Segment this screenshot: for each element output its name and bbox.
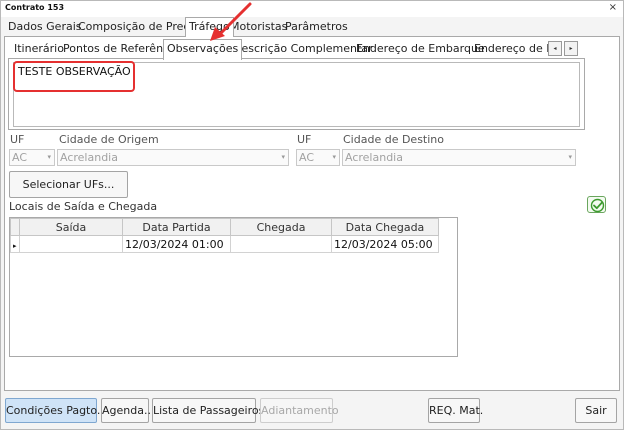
condicoes-pagto-button[interactable]: Condições Pagto...	[5, 398, 107, 423]
chevron-down-icon: ▾	[332, 153, 336, 161]
check-icon-graphic	[590, 198, 605, 213]
chevron-down-icon: ▾	[568, 153, 572, 161]
uf-destino-select[interactable]: AC ▾	[296, 149, 340, 166]
row-indicator: ▸	[10, 235, 20, 253]
tab-endereco-destino[interactable]: Endereço de De	[471, 41, 551, 59]
uf-destino-label: UF	[297, 133, 312, 146]
table-row[interactable]: ▸ 12/03/2024 01:00 12/03/2024 05:00	[10, 235, 439, 253]
uf-origem-select[interactable]: AC ▾	[9, 149, 55, 166]
agenda-button[interactable]: Agenda...	[101, 398, 154, 423]
contract-window: Contrato 153 × Dados Gerais Composição d…	[0, 0, 624, 430]
close-icon[interactable]: ×	[609, 2, 617, 13]
column-header-data-partida[interactable]: Data Partida	[122, 218, 231, 236]
annotation-arrow-icon	[210, 2, 252, 41]
column-header-chegada[interactable]: Chegada	[230, 218, 332, 236]
uf-origem-label: UF	[10, 133, 25, 146]
selecionar-ufs-button[interactable]: Selecionar UFs...	[9, 171, 128, 198]
locais-grid[interactable]: Saída Data Partida Chegada Data Chegada …	[9, 217, 458, 357]
cidade-destino-label: Cidade de Destino	[343, 133, 444, 146]
window-title: Contrato 153	[5, 3, 65, 12]
tab-itinerario[interactable]: Itinerário	[11, 41, 67, 59]
uf-origem-value: AC	[12, 151, 28, 164]
cidade-destino-value: Acrelandia	[345, 151, 403, 164]
action-bar: Condições Pagto... Agenda... Lista de Pa…	[1, 393, 623, 429]
chevron-down-icon: ▾	[281, 153, 285, 161]
uf-destino-value: AC	[299, 151, 315, 164]
tab-parametros[interactable]: Parâmetros	[282, 19, 351, 37]
annotation-highlight-box	[13, 61, 135, 92]
table-header-row: Saída Data Partida Chegada Data Chegada	[10, 218, 439, 236]
locais-table: Saída Data Partida Chegada Data Chegada …	[10, 218, 439, 253]
cidade-origem-value: Acrelandia	[60, 151, 118, 164]
column-header-data-chegada[interactable]: Data Chegada	[331, 218, 439, 236]
tab-endereco-embarque[interactable]: Endereço de Embarque	[353, 41, 488, 59]
lista-passageiros-button[interactable]: Lista de Passageiros...	[152, 398, 275, 423]
check-icon[interactable]	[587, 196, 606, 213]
adiantamento-button: Adiantamento	[260, 398, 339, 423]
sair-button[interactable]: Sair	[575, 398, 617, 423]
title-bar: Contrato 153 ×	[1, 1, 623, 17]
chevron-down-icon: ▾	[47, 153, 51, 161]
column-header-saida[interactable]: Saída	[19, 218, 123, 236]
cidade-destino-select[interactable]: Acrelandia ▾	[342, 149, 576, 166]
cell-chegada[interactable]	[230, 235, 332, 253]
tab-composicao-preco[interactable]: Composição de Preço	[75, 19, 199, 37]
cidade-origem-select[interactable]: Acrelandia ▾	[57, 149, 289, 166]
cell-data-partida[interactable]: 12/03/2024 01:00	[122, 235, 231, 253]
tab-dados-gerais[interactable]: Dados Gerais	[5, 19, 85, 37]
req-mat-button[interactable]: REQ. Mat.	[428, 398, 483, 423]
row-indicator-header	[10, 218, 20, 236]
row-pointer-icon: ▸	[13, 241, 17, 250]
cell-data-chegada[interactable]: 12/03/2024 05:00	[331, 235, 439, 253]
tab-scroll-right-icon[interactable]: ▸	[564, 41, 578, 56]
cell-saida[interactable]	[19, 235, 123, 253]
cidade-origem-label: Cidade de Origem	[59, 133, 159, 146]
locais-label: Locais de Saída e Chegada	[9, 200, 158, 213]
tab-scroll-left-icon[interactable]: ◂	[548, 41, 562, 56]
